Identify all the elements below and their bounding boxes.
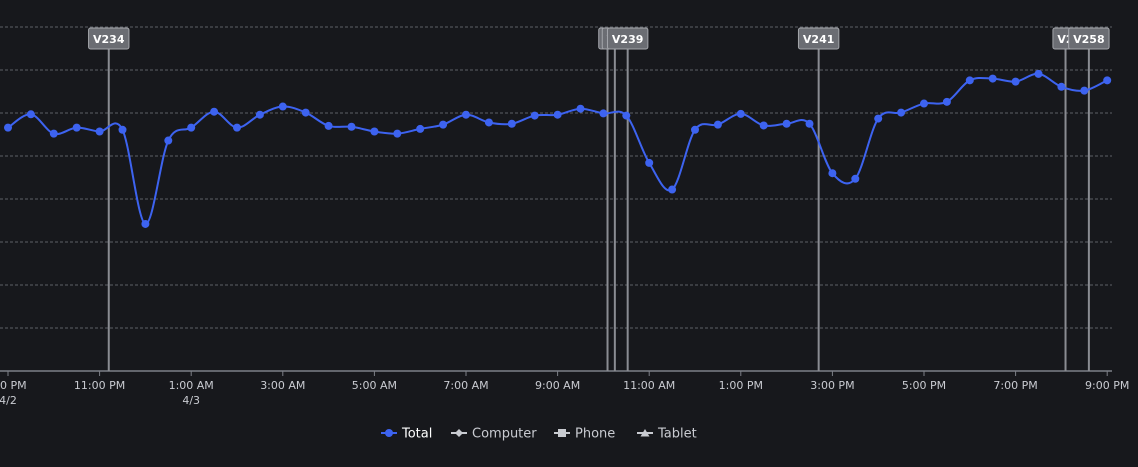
data-point[interactable] (713, 120, 722, 129)
x-tick-label: 1:00 PM (719, 379, 763, 392)
x-tick-label: 9:00 AM (535, 379, 580, 392)
data-point[interactable] (95, 127, 104, 136)
legend-label: Phone (575, 427, 615, 442)
version-label: V239 (612, 33, 643, 46)
version-line-chart: V234VV2V239V241V2V258 :00 PM4/211:00 PM1… (0, 26, 1129, 442)
chart-container: V234VV2V239V241V2V258 :00 PM4/211:00 PM1… (0, 0, 1138, 463)
data-point[interactable] (1080, 86, 1089, 95)
data-point[interactable] (26, 110, 35, 119)
data-point[interactable] (942, 97, 951, 106)
data-point[interactable] (347, 122, 356, 131)
x-tick-label: 5:00 AM (352, 379, 397, 392)
series-layer (4, 69, 1112, 228)
legend-square-icon (558, 429, 566, 437)
data-point[interactable] (393, 129, 402, 138)
series-line (7, 72, 1108, 225)
legend-diamond-icon (455, 429, 463, 437)
x-tick-label: 7:00 PM (993, 379, 1037, 392)
version-label: V241 (803, 33, 834, 46)
legend-item-computer[interactable]: Computer (451, 427, 537, 442)
legend-circle-icon (385, 429, 393, 437)
data-point[interactable] (645, 158, 654, 167)
legend-label: Total (401, 427, 432, 442)
data-point[interactable] (851, 174, 860, 183)
data-point[interactable] (988, 74, 997, 83)
x-tick-label: 5:00 PM (902, 379, 946, 392)
data-point[interactable] (805, 119, 814, 128)
data-point[interactable] (553, 110, 562, 119)
data-point[interactable] (874, 114, 883, 123)
data-point[interactable] (897, 108, 906, 117)
x-tick-label: 9:00 PM (1085, 379, 1129, 392)
data-point[interactable] (736, 109, 745, 118)
data-point[interactable] (49, 129, 58, 138)
data-point[interactable] (965, 76, 974, 85)
data-point[interactable] (1011, 77, 1020, 86)
x-tick-label: 3:00 PM (810, 379, 854, 392)
legend: Total Computer Phone Tablet (381, 427, 697, 442)
data-point[interactable] (255, 110, 264, 119)
x-tick-label: 7:00 AM (443, 379, 488, 392)
legend-item-total[interactable]: Total (381, 427, 432, 442)
data-point[interactable] (1034, 69, 1043, 78)
data-point[interactable] (530, 111, 539, 120)
data-point[interactable] (507, 119, 516, 128)
data-point[interactable] (210, 107, 219, 116)
x-tick-label: 1:00 AM (169, 379, 214, 392)
data-point[interactable] (164, 136, 173, 145)
data-point[interactable] (187, 123, 196, 132)
x-tick-date-label: 4/3 (182, 394, 200, 407)
version-label: V234 (93, 33, 125, 46)
data-point[interactable] (4, 123, 12, 132)
data-point[interactable] (416, 124, 425, 133)
data-point[interactable] (72, 123, 81, 132)
data-point[interactable] (622, 111, 631, 120)
data-point[interactable] (278, 102, 287, 111)
data-point[interactable] (599, 109, 608, 118)
x-tick-label: 3:00 AM (260, 379, 305, 392)
data-point[interactable] (233, 123, 241, 132)
data-point[interactable] (920, 99, 928, 108)
legend-item-tablet[interactable]: Tablet (637, 427, 697, 442)
data-point[interactable] (759, 121, 768, 130)
x-tick-date-label: 4/2 (0, 394, 17, 407)
data-point[interactable] (1057, 82, 1066, 91)
series-total (4, 69, 1112, 228)
data-point[interactable] (1103, 76, 1112, 85)
data-point[interactable] (782, 119, 791, 128)
data-point[interactable] (691, 125, 699, 134)
data-point[interactable] (668, 185, 677, 194)
x-tick-label: 11:00 PM (74, 379, 125, 392)
grid-layer (0, 26, 1112, 329)
data-point[interactable] (439, 120, 448, 129)
x-tick-labels: :00 PM 4/2 11:00 PM 1:00 AM 4/3 3:00 AM 5:00 A… (0, 371, 1129, 407)
data-point[interactable] (576, 104, 585, 113)
data-point[interactable] (301, 108, 310, 117)
legend-label: Computer (472, 427, 537, 442)
data-point[interactable] (141, 219, 150, 228)
legend-label: Tablet (657, 427, 697, 442)
data-point[interactable] (370, 127, 379, 136)
x-tick-label: 11:00 AM (623, 379, 675, 392)
version-marker[interactable]: V258 (1068, 27, 1110, 371)
data-point[interactable] (484, 118, 493, 127)
version-label: V258 (1073, 33, 1104, 46)
x-tick-label: :00 PM (0, 379, 27, 392)
data-point[interactable] (828, 169, 837, 178)
legend-item-phone[interactable]: Phone (554, 427, 615, 442)
data-point[interactable] (118, 125, 127, 134)
data-point[interactable] (462, 110, 470, 119)
data-point[interactable] (324, 121, 333, 130)
